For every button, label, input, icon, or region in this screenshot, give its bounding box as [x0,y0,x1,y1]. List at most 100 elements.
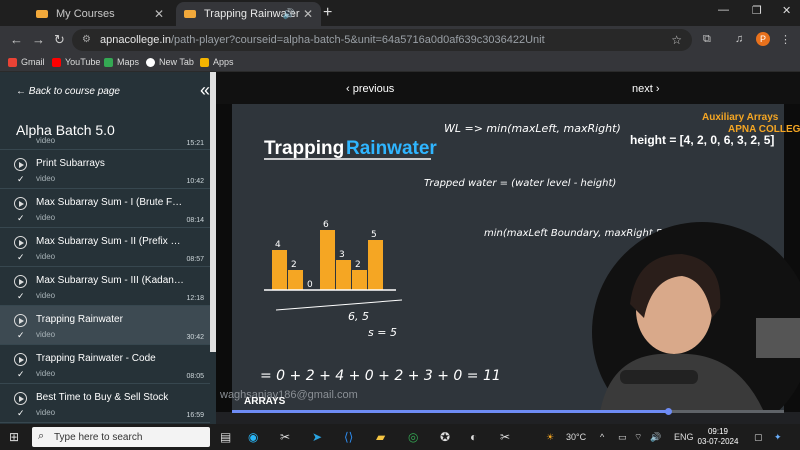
forward-arrow-icon[interactable]: → [32,32,45,47]
lesson-type: video [36,136,56,145]
size-note: s = 5 [368,326,397,339]
bookmark-label: New Tab [159,57,194,67]
bookmark-gmail[interactable]: Gmail [8,57,45,67]
address-bar[interactable]: ⚙ apnacollege.in/path-player?courseid=al… [72,29,692,51]
lesson-duration: 08:05 [186,373,204,380]
lesson-item[interactable]: ✓ Max Subarray Sum - III (Kadane's) video 1… [0,267,210,306]
previous-label: previous [352,83,395,95]
bookmark-maps[interactable]: Maps [104,57,139,67]
system-clock[interactable]: 09:19 03-07-2024 [694,427,742,447]
close-tab-icon[interactable]: ✕ [303,7,313,21]
profile-avatar[interactable]: P [756,32,770,46]
lesson-item[interactable]: ✓ Print Subarrays video 10:42 [0,150,210,189]
tab-trapping-rainwater[interactable]: Trapping Rainwater 🔊 ✕ [176,2,321,26]
lesson-item[interactable]: ✓ Trapping Rainwater video 30:42 [0,306,210,345]
course-sidebar: ← Back to course page « Alpha Batch 5.0 … [0,72,216,424]
video-player[interactable]: Trapping Rainwater Auxiliary Arrays APNA… [216,104,800,412]
youtube-icon [52,57,61,67]
course-title: Alpha Batch 5.0 [16,122,115,138]
next-lesson-button[interactable]: next › [632,83,660,95]
collapse-sidebar-icon[interactable]: « [200,80,210,101]
capcut-icon[interactable]: ✂ [280,430,290,444]
file-explorer-icon[interactable]: ▰ [376,430,385,444]
progress-knob[interactable] [665,408,673,415]
temperature[interactable]: 30°C [566,432,586,442]
bookmark-youtube[interactable]: YouTube [52,57,100,67]
trapped-water-note: Trapped water = (water level - height) [424,178,616,189]
minimize-icon[interactable]: — [718,4,729,16]
lesson-duration: 12:18 [186,295,204,302]
back-to-course-link[interactable]: ← Back to course page [16,86,120,97]
video-progress-bar[interactable] [232,408,784,415]
chrome-icon[interactable]: ◎ [408,430,418,444]
bar-value-label: 6 [323,220,329,230]
store-icon[interactable]: ✪ [440,430,450,444]
play-circle-icon [14,353,27,366]
github-icon[interactable]: ◐ [470,430,477,444]
restore-icon[interactable]: ❐ [752,4,762,17]
language-indicator[interactable]: ENG [674,432,694,442]
weather-icon[interactable]: ☀ [546,432,554,443]
slide-title-part-b: Rainwater [346,138,437,159]
email-watermark: waghsanjay186@gmail.com [219,389,358,401]
player-nav-bar [216,72,800,104]
lesson-item[interactable]: ✓ Max Subarray Sum - II (Prefix Sum) video… [0,228,210,267]
bar-value-label: 0 [307,280,313,290]
lesson-item[interactable]: ✓ Max Subarray Sum - I (Brute Force) video… [0,189,210,228]
apps-grid-icon [200,57,209,67]
play-circle-icon [14,158,27,171]
slide-title-part-a: Trapping [264,138,344,159]
new-tab-button[interactable]: + [323,4,332,22]
bookmark-label: Apps [213,57,234,67]
lesson-duration: 10:42 [186,178,204,185]
volume-icon[interactable]: 🔊 [650,432,661,443]
media-control-icon[interactable]: ♫ [735,33,743,45]
bookmark-star-icon[interactable]: ☆ [671,33,682,47]
bookmark-label: Gmail [21,57,45,67]
completed-check-icon: ✓ [17,408,25,418]
play-circle-icon [14,392,27,405]
bookmark-apps[interactable]: Apps [200,57,234,67]
capcut-2-icon[interactable]: ✂ [500,430,510,444]
close-tab-icon[interactable]: ✕ [154,7,164,21]
notifications-icon[interactable]: ▢ [754,432,763,443]
url-text[interactable]: apnacollege.in/path-player?courseid=alph… [100,34,545,46]
water-level-note: WL => min(maxLeft, maxRight) [444,122,621,135]
vscode-icon[interactable]: ⟨⟩ [344,430,353,444]
height-array: height = [4, 2, 0, 6, 3, 2, 5] [630,133,774,147]
gmail-icon [8,57,17,67]
lesson-title: Max Subarray Sum - I (Brute Force) [36,197,186,208]
extensions-icon[interactable]: ⧉ [703,33,711,46]
bookmark-new-tab[interactable]: New Tab [146,57,194,67]
previous-lesson-button[interactable]: ‹ previous [346,83,394,95]
audio-playing-icon[interactable]: 🔊 [283,9,295,20]
lesson-duration: 30:42 [186,334,204,341]
tab-title: My Courses [56,8,115,20]
apna-favicon-icon [184,10,196,18]
lesson-type: video [36,252,56,261]
taskbar-search[interactable]: ⌕ Type here to search [32,427,210,447]
tray-chevron-icon[interactable]: ^ [600,432,604,442]
back-arrow-icon[interactable]: ← [10,32,23,47]
bar-value-label: 2 [355,260,361,270]
reload-icon[interactable]: ↻ [54,32,65,48]
windows-taskbar: ⊞ ⌕ Type here to search ▤ ◉ ✂ ➤ ⟨⟩ ▰ ◎ ✪… [0,424,800,450]
globe-icon [146,57,155,67]
lesson-title: Max Subarray Sum - II (Prefix Sum) [36,236,186,247]
battery-icon[interactable]: ▭ [618,432,627,443]
lesson-item[interactable]: ✓ Best Time to Buy & Sell Stock video 16:59 [0,384,210,423]
menu-dots-icon[interactable]: ⋮ [780,33,791,46]
network-icon[interactable]: ⌔ [634,432,642,443]
windows-start-icon[interactable]: ⊞ [9,430,19,444]
edge-icon[interactable]: ◉ [248,430,258,444]
search-icon: ⌕ [38,430,45,442]
close-window-icon[interactable]: ✕ [782,4,791,17]
lesson-title: Print Subarrays [36,158,105,169]
browser-tab-strip: My Courses ✕ Trapping Rainwater 🔊 ✕ + — … [0,0,800,26]
tab-my-courses[interactable]: My Courses ✕ [28,2,172,26]
copilot-icon[interactable]: ✦ [774,432,782,443]
telegram-icon[interactable]: ➤ [312,430,322,444]
lesson-item[interactable]: ✓ Trapping Rainwater - Code video 08:05 [0,345,210,384]
site-info-icon[interactable]: ⚙ [82,34,91,45]
task-view-icon[interactable]: ▤ [220,430,231,444]
